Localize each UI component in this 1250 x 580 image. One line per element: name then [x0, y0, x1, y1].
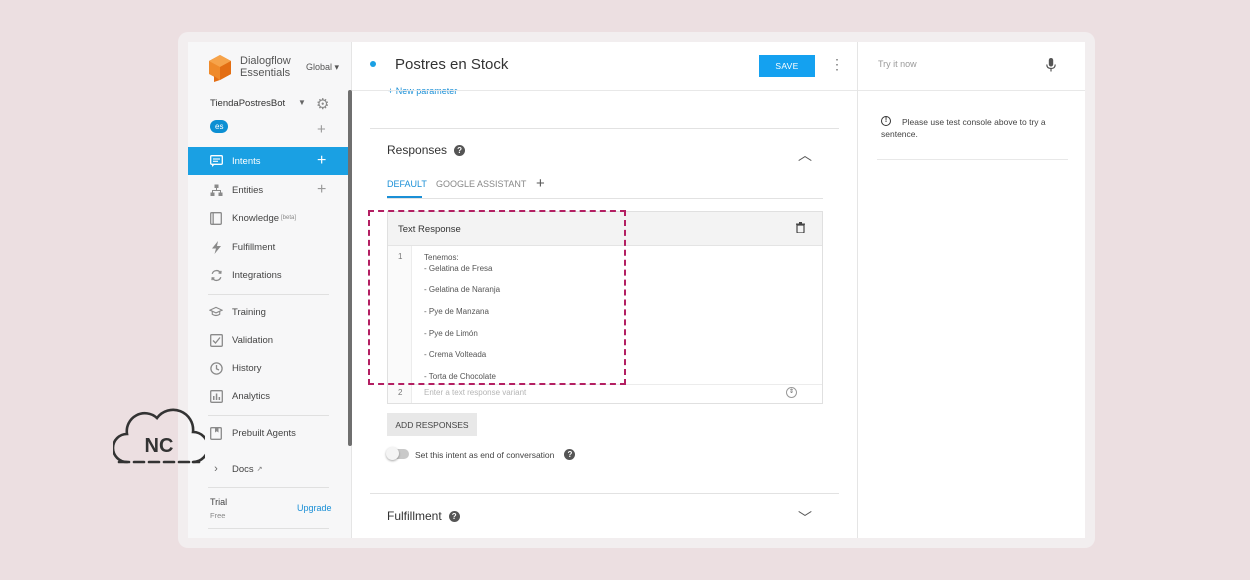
variant-divider	[412, 384, 822, 385]
sidebar-item-entities[interactable]: Entities +	[188, 176, 348, 204]
text-response-card: Text Response 1 2 Tenemos: - Gelatina de…	[387, 211, 823, 404]
help-icon[interactable]: ?	[448, 511, 460, 522]
line-number: 2	[398, 388, 403, 397]
brand-name: Dialogflow Essentials	[240, 55, 291, 79]
tab-default[interactable]: DEFAULT	[387, 179, 427, 189]
caret-down-icon: ▼	[298, 98, 306, 107]
entities-icon	[209, 183, 223, 197]
sidebar-divider	[208, 294, 329, 295]
upgrade-link[interactable]: Upgrade	[297, 503, 332, 513]
line-number-gutter	[388, 246, 412, 403]
section-divider	[370, 493, 839, 494]
try-it-now-input[interactable]	[878, 59, 1038, 69]
text-response-variant-input[interactable]	[424, 388, 784, 397]
nc-logo-text: NC	[145, 435, 174, 457]
text-response-header: Text Response	[388, 212, 822, 246]
sidebar-item-validation[interactable]: Validation	[188, 326, 348, 354]
sidebar-item-fulfillment[interactable]: Fulfillment	[188, 233, 348, 261]
sidebar-item-training[interactable]: Training	[188, 298, 348, 326]
console-divider	[877, 159, 1068, 160]
intents-icon	[209, 154, 223, 168]
intent-status-dot	[370, 61, 376, 67]
dialogflow-logo-icon	[209, 55, 231, 82]
more-options-icon[interactable]: ⋮	[830, 56, 844, 73]
line-number: 1	[398, 252, 403, 261]
agent-name: TiendaPostresBot	[210, 98, 286, 109]
page-title[interactable]: Postres en Stock	[395, 56, 508, 73]
trash-icon[interactable]	[796, 222, 805, 233]
sidebar-item-docs[interactable]: › Docs ↗	[188, 455, 348, 483]
chevron-down-icon[interactable]: ﹀	[798, 508, 812, 528]
sidebar-item-history[interactable]: History	[188, 354, 348, 382]
sidebar-divider	[208, 415, 329, 416]
scroll-stepper-icon[interactable]: ⇕	[786, 387, 797, 398]
training-icon	[209, 305, 223, 319]
save-button[interactable]: SAVE	[759, 55, 815, 77]
end-conversation-toggle[interactable]	[386, 447, 409, 460]
microphone-icon[interactable]	[1046, 58, 1056, 72]
chevron-up-icon[interactable]: ︿	[798, 145, 812, 165]
knowledge-icon	[209, 211, 223, 225]
add-language-plus-icon[interactable]: +	[317, 122, 326, 137]
sidebar-item-prebuilt-agents[interactable]: Prebuilt Agents	[188, 419, 348, 447]
nc-cloud-logo: NC	[113, 408, 205, 464]
sidebar-divider	[208, 487, 329, 488]
integrations-icon	[209, 268, 223, 282]
plan-name: Trial	[210, 497, 228, 507]
help-icon[interactable]: ?	[454, 145, 466, 156]
text-response-title: Text Response	[398, 224, 461, 235]
add-entity-plus-icon[interactable]: +	[317, 181, 326, 199]
region-selector[interactable]: Global ▾	[306, 62, 339, 73]
intent-editor: Postres en Stock SAVE ⋮ + New parameter …	[352, 42, 857, 538]
tab-divider	[387, 198, 823, 199]
prebuilt-agents-icon	[209, 426, 223, 440]
gear-icon[interactable]: ⚙	[316, 95, 329, 113]
analytics-icon	[209, 389, 223, 403]
plan-edition: Free	[210, 511, 226, 520]
test-console: ! Please use test console above to try a…	[857, 42, 1085, 538]
sidebar-item-knowledge[interactable]: Knowledge [beta]	[188, 204, 348, 232]
sidebar-item-integrations[interactable]: Integrations	[188, 261, 348, 289]
add-intent-plus-icon[interactable]: +	[317, 152, 326, 170]
dialogflow-console: Dialogflow Essentials Global ▾ TiendaPos…	[188, 42, 1085, 538]
chevron-right-icon: ›	[214, 463, 218, 475]
section-divider	[370, 128, 839, 129]
sidebar-item-analytics[interactable]: Analytics	[188, 382, 348, 410]
sidebar-item-intents[interactable]: Intents +	[188, 147, 348, 175]
add-responses-button[interactable]: ADD RESPONSES	[387, 413, 477, 436]
new-parameter-link[interactable]: + New parameter	[388, 86, 457, 96]
help-icon[interactable]: ?	[564, 449, 576, 460]
agent-selector[interactable]: TiendaPostresBot ▼ ⚙	[210, 96, 334, 113]
sidebar-divider	[208, 528, 329, 529]
fulfillment-section-title: Fulfillment?	[387, 509, 460, 523]
add-tab-plus-icon[interactable]: +	[536, 175, 545, 192]
console-info-text: Please use test console above to try a s…	[881, 117, 1046, 139]
external-link-icon: ↗	[256, 466, 263, 473]
sidebar: Dialogflow Essentials Global ▾ TiendaPos…	[188, 42, 352, 538]
validation-icon	[209, 333, 223, 347]
console-divider	[858, 90, 1085, 91]
header-divider	[352, 90, 857, 91]
responses-section-title: Responses?	[387, 143, 466, 157]
end-conversation-label: Set this intent as end of conversation?	[415, 449, 576, 460]
tab-google-assistant[interactable]: GOOGLE ASSISTANT	[436, 179, 526, 189]
response-text-variant[interactable]: Tenemos: - Gelatina de Fresa - Gelatina …	[424, 253, 804, 383]
brand-logo[interactable]: Dialogflow Essentials Global ▾	[208, 54, 348, 84]
language-badge[interactable]: es	[210, 120, 229, 133]
history-clock-icon	[209, 361, 223, 375]
lightning-icon	[209, 240, 223, 254]
